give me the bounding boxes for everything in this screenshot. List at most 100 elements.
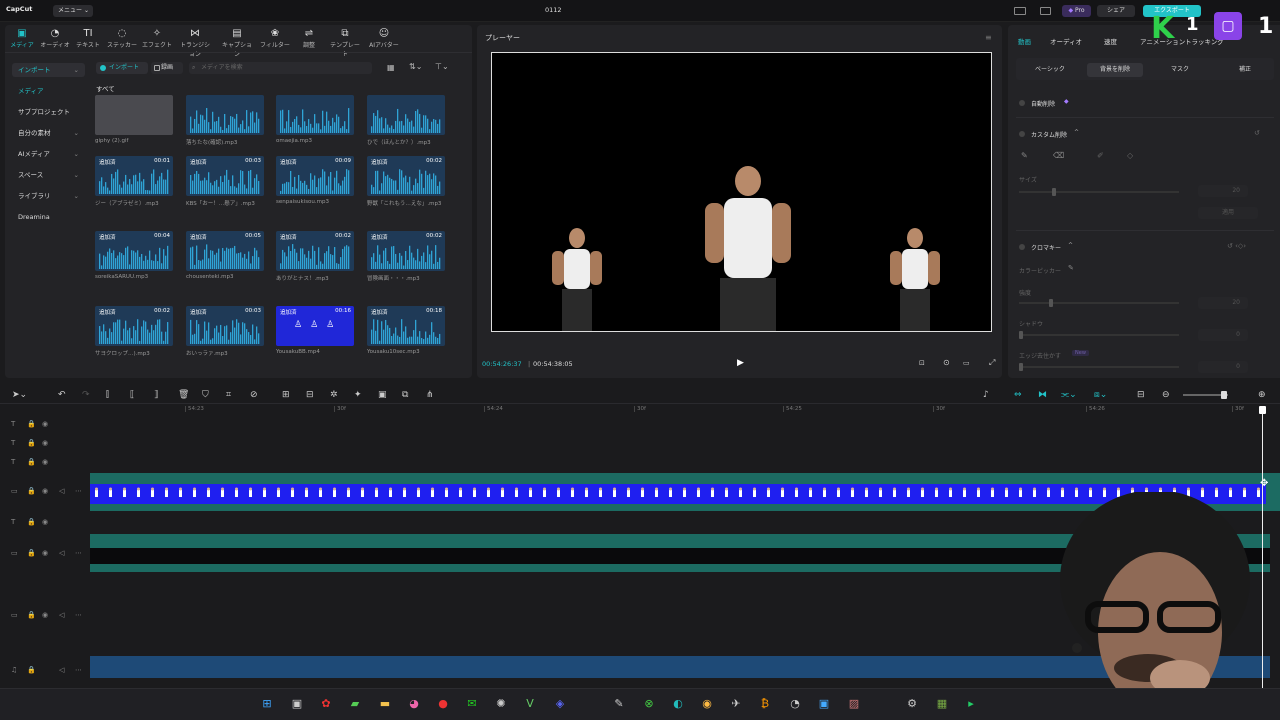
settings-icon[interactable]: ⚙ <box>903 695 921 713</box>
zoom-slider[interactable] <box>1183 391 1228 399</box>
microphone-icon[interactable]: ♪ <box>983 390 989 400</box>
line-icon[interactable]: ✉ <box>463 695 481 713</box>
video-track-icon[interactable]: ▭ <box>11 549 18 557</box>
task-view-icon[interactable]: ▣ <box>288 695 306 713</box>
media-thumb[interactable]: 追加済 00:09 <box>276 156 354 196</box>
slider-handle[interactable] <box>1019 331 1023 339</box>
record-icon[interactable]: ● <box>434 695 452 713</box>
video-canvas[interactable] <box>491 52 992 332</box>
text-track-icon[interactable]: T <box>11 420 15 428</box>
strength-value[interactable]: 20 <box>1198 297 1248 309</box>
media-thumb[interactable] <box>186 95 264 135</box>
lock-icon[interactable]: 🔒 <box>27 518 36 526</box>
eye-icon[interactable]: ◉ <box>42 611 48 619</box>
discord-icon[interactable]: ◈ <box>551 695 569 713</box>
media-thumb[interactable] <box>276 95 354 135</box>
eye-icon[interactable]: ◉ <box>42 420 48 428</box>
reset-icon[interactable]: ↺ ‹◇› <box>1227 242 1246 250</box>
auto-remove-checkbox[interactable] <box>1019 100 1025 106</box>
eye-icon[interactable]: ◉ <box>42 487 48 495</box>
delete-icon[interactable]: 🗑 <box>178 390 189 400</box>
game-icon[interactable]: ▰ <box>346 695 364 713</box>
more-icon[interactable]: ⋯ <box>75 487 82 495</box>
track-mode-icon[interactable]: ⧈⌄ <box>1094 390 1107 400</box>
video-track-icon[interactable]: ▭ <box>11 487 18 495</box>
chatgpt-icon[interactable]: ✺ <box>492 695 510 713</box>
playhead-handle[interactable] <box>1259 406 1266 414</box>
photo-icon[interactable]: ▨ <box>845 695 863 713</box>
inspector-subtab-0[interactable]: ベーシック <box>1022 63 1078 77</box>
mirror-icon[interactable]: ⊟ <box>306 390 314 400</box>
freeze-icon[interactable]: ⊞ <box>282 390 290 400</box>
blender-icon[interactable]: ✈ <box>727 695 745 713</box>
crop-icon[interactable]: ⌗ <box>226 390 231 400</box>
media-thumb[interactable]: 追加済 00:18 <box>367 306 445 346</box>
layout-icon[interactable] <box>1014 7 1026 15</box>
timeline-ruler[interactable]: 54:23 30f 54:24 30f 54:25 30f 54:26 30f <box>90 406 1280 418</box>
eye-icon[interactable]: ◉ <box>42 549 48 557</box>
strength-slider[interactable] <box>1019 299 1179 307</box>
chrome-icon[interactable]: ◉ <box>698 695 716 713</box>
zoom-in-icon[interactable]: ⊕ <box>1258 390 1266 400</box>
split-right-icon[interactable]: ⟧ <box>154 390 158 400</box>
text-track-icon[interactable]: T <box>11 458 15 466</box>
minecraft-icon[interactable]: ▦ <box>933 695 951 713</box>
share-button[interactable]: シェア <box>1097 5 1135 17</box>
speaker-icon[interactable]: ◁ <box>59 549 64 557</box>
lock-icon[interactable]: 🔒 <box>27 420 36 428</box>
lock-icon[interactable]: 🔒 <box>27 439 36 447</box>
inspector-subtab-1[interactable]: 背景を削除 <box>1087 63 1143 77</box>
media-thumb[interactable]: ♙♙♙ 追加済 00:16 <box>276 306 354 346</box>
fit-icon[interactable]: ⊡ <box>919 359 925 367</box>
xbox-icon[interactable]: ⊗ <box>640 695 658 713</box>
auto-reframe-icon[interactable]: ✲ <box>330 390 338 400</box>
size-slider[interactable] <box>1019 188 1179 196</box>
magic-icon[interactable]: ✦ <box>354 390 362 400</box>
zoom-out-icon[interactable]: ⊖ <box>1162 390 1170 400</box>
lock-icon[interactable]: 🔒 <box>27 549 36 557</box>
menu-button[interactable]: メニュー ⌄ <box>53 5 93 17</box>
zoom-handle[interactable] <box>1221 391 1227 399</box>
shortcut-icon[interactable] <box>1040 7 1051 15</box>
lock-icon[interactable]: 🔒 <box>27 487 36 495</box>
subtitle-icon[interactable]: ▣ <box>378 390 387 400</box>
shadow-value[interactable]: 0 <box>1198 329 1248 341</box>
more-icon[interactable]: ⋯ <box>75 611 82 619</box>
link-icon[interactable]: ⇔ <box>1014 390 1022 400</box>
paint-icon[interactable]: ✿ <box>317 695 335 713</box>
edge-icon[interactable]: ◐ <box>669 695 687 713</box>
copilot-icon[interactable]: ▣ <box>815 695 833 713</box>
edge-slider[interactable] <box>1019 363 1179 371</box>
eraser-icon[interactable]: ◇ <box>1127 151 1133 160</box>
media-thumb[interactable]: 追加済 00:03 <box>186 306 264 346</box>
bitcoin-icon[interactable]: ₿ <box>756 695 774 713</box>
shadow-slider[interactable] <box>1019 331 1179 339</box>
app-icon[interactable]: ▸ <box>962 695 980 713</box>
preview-axis-icon[interactable]: ⫘⌄ <box>1061 390 1077 400</box>
more-icon[interactable]: ⋯ <box>75 666 82 674</box>
custom-remove-checkbox[interactable] <box>1019 131 1025 137</box>
media-thumb[interactable]: 追加済 00:02 <box>367 231 445 271</box>
ratio-icon[interactable]: ▭ <box>963 359 970 367</box>
zoom-icon[interactable]: ⊙ <box>943 358 950 367</box>
split-icon[interactable]: ⫿ <box>106 390 109 400</box>
media-thumb[interactable]: 追加済 00:02 <box>95 306 173 346</box>
eye-icon[interactable]: ◉ <box>42 439 48 447</box>
apply-button[interactable]: 適用 <box>1198 207 1258 219</box>
brush-small-icon[interactable]: ✐ <box>1097 151 1104 160</box>
eye-icon[interactable]: ◉ <box>42 458 48 466</box>
paint3d-icon[interactable]: ✎ <box>610 695 628 713</box>
shield-icon[interactable]: ⛉ <box>202 390 209 400</box>
windows-start-icon[interactable]: ⊞ <box>258 695 276 713</box>
slider-handle[interactable] <box>1049 299 1053 307</box>
lips-icon[interactable]: ◕ <box>405 695 423 713</box>
eyedropper-icon[interactable]: ✎ <box>1068 264 1074 272</box>
eye-icon[interactable]: ◉ <box>42 518 48 526</box>
size-value[interactable]: 20 <box>1198 185 1248 197</box>
play-icon[interactable]: ▶ <box>737 358 744 368</box>
inspector-subtab-3[interactable]: 補正 <box>1217 63 1273 77</box>
fullscreen-icon[interactable]: ⤢ <box>989 358 995 368</box>
github-icon[interactable]: ◔ <box>786 695 804 713</box>
extract-icon[interactable]: ⋔ <box>426 390 434 400</box>
media-thumb[interactable]: 追加済 00:01 <box>95 156 173 196</box>
